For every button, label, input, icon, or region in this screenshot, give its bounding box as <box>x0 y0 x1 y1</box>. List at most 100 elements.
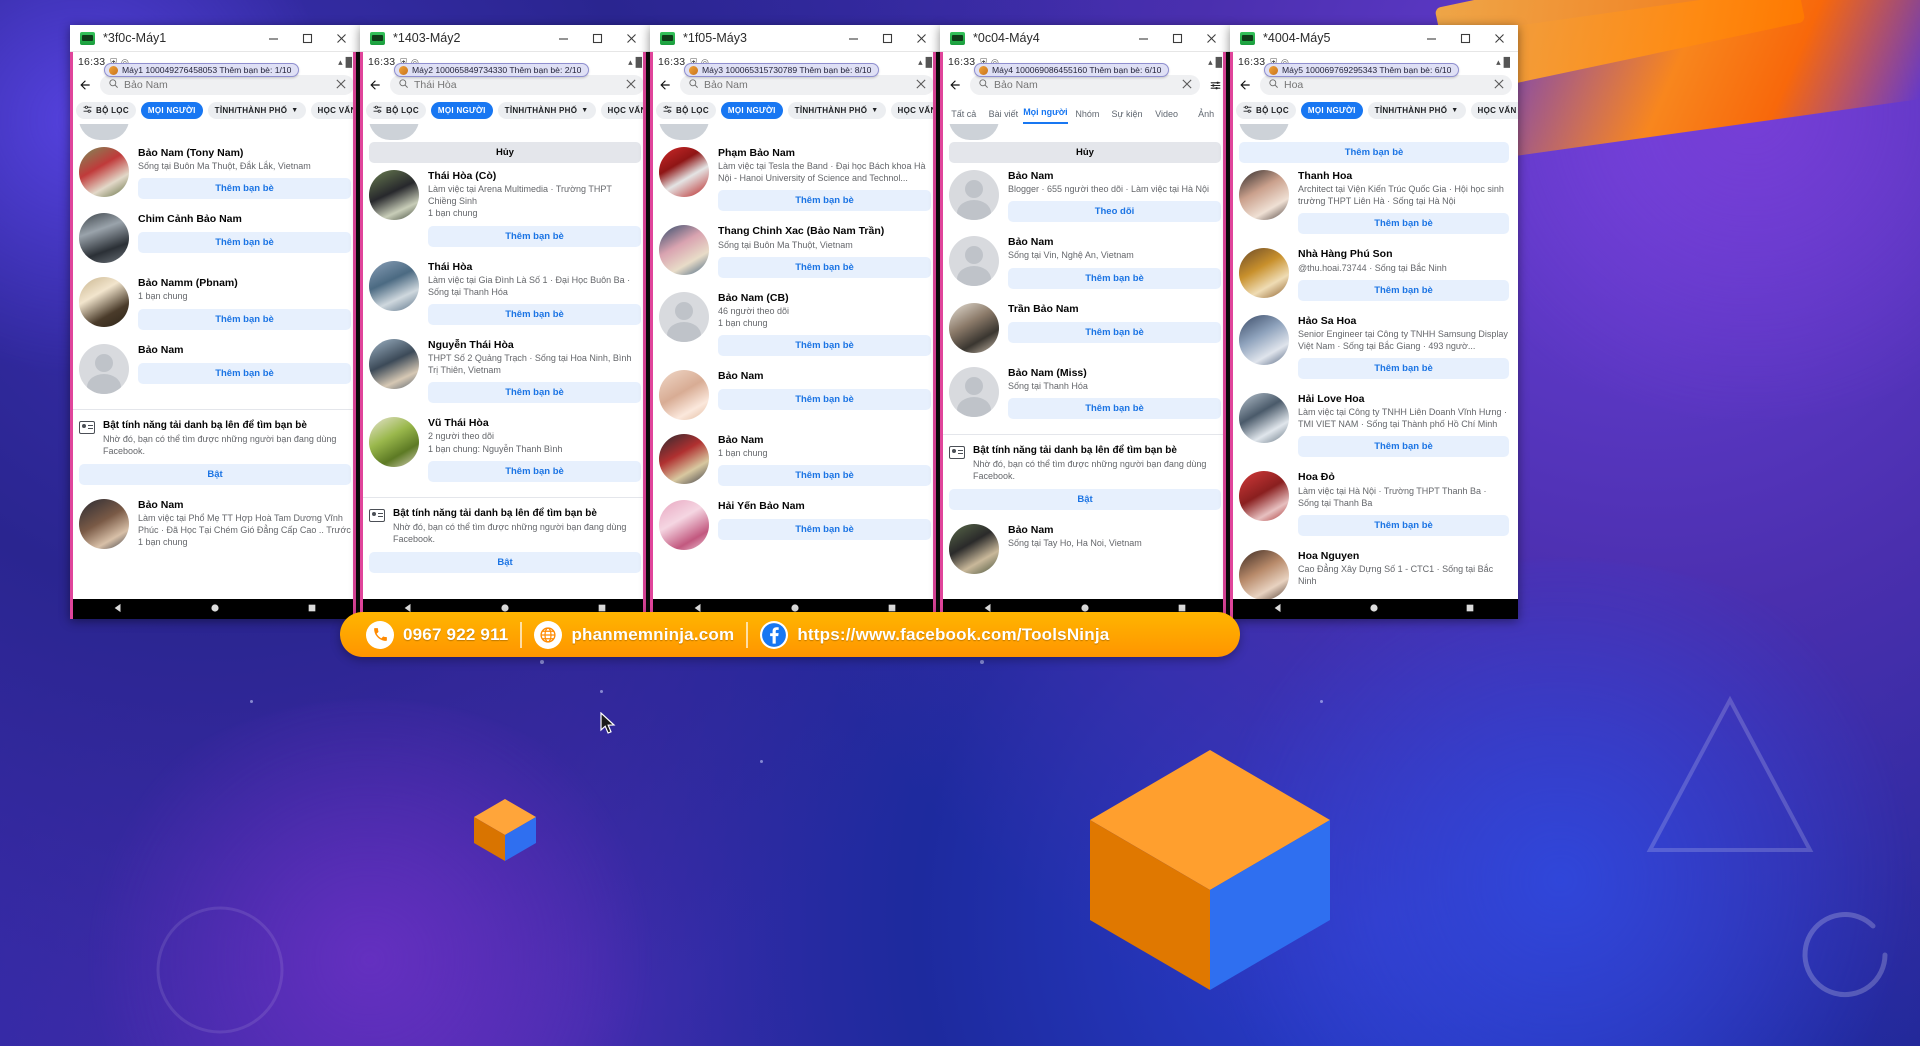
add-friend-button[interactable]: Thêm bạn bè <box>1298 213 1509 235</box>
tab-7[interactable]: Ảnh <box>1186 109 1226 124</box>
search-input[interactable]: Bảo Nam <box>970 75 1200 95</box>
maximize-button[interactable] <box>290 25 324 51</box>
result-row[interactable]: Bảo Nam (Miss) Sống tại Thanh Hóa Thêm bạn… <box>940 360 1230 419</box>
avatar[interactable] <box>1239 314 1289 365</box>
people-chip[interactable]: MỌI NGƯỜI <box>1300 102 1363 119</box>
close-button[interactable] <box>614 25 648 51</box>
add-friend-button[interactable]: Thêm bạn bè <box>718 256 931 278</box>
add-friend-button[interactable]: Thêm bạn bè <box>428 382 641 404</box>
result-row[interactable]: Bảo Nam Thêm bạn bè <box>70 337 360 394</box>
result-row[interactable]: Hảo Sa Hoa Senior Engineer tại Công ty TN… <box>1230 308 1518 380</box>
tab-1[interactable]: Tất cả <box>944 109 984 124</box>
people-chip[interactable]: MỌI NGƯỜI <box>430 102 493 119</box>
avatar[interactable] <box>79 277 129 328</box>
add-friend-button[interactable]: Thêm bạn bè <box>718 519 931 541</box>
add-friend-button[interactable]: Thêm bạn bè <box>1008 397 1221 419</box>
avatar[interactable] <box>949 170 999 220</box>
result-row[interactable]: Phạm Bảo Nam Làm việc tại Tesla the Band … <box>650 140 940 212</box>
result-row[interactable]: Nguyễn Thái Hòa THPT Số 2 Quảng Trạch · S… <box>360 332 650 404</box>
maximize-button[interactable] <box>1160 25 1194 51</box>
result-row[interactable]: Hải Yến Bảo Nam Thêm bạn bè <box>650 493 940 551</box>
enable-button[interactable]: Bật <box>949 489 1221 511</box>
back-arrow-icon[interactable] <box>656 76 674 94</box>
add-friend-button[interactable]: Thêm bạn bè <box>428 303 641 325</box>
avatar[interactable] <box>79 498 129 549</box>
add-friend-button[interactable]: Thêm bạn bè <box>138 362 351 384</box>
settings-icon[interactable] <box>1206 76 1224 94</box>
avatar[interactable] <box>949 366 999 417</box>
avatar[interactable] <box>1239 471 1289 522</box>
avatar[interactable] <box>369 338 419 389</box>
result-row[interactable]: Hoa Nguyen Cao Đẳng Xây Dựng Số 1 - CTC1 … <box>1230 543 1518 599</box>
add-friend-button[interactable]: Thêm bạn bè <box>428 460 641 482</box>
close-button[interactable] <box>904 25 938 51</box>
clear-icon[interactable] <box>916 78 926 92</box>
result-row[interactable]: Trần Bảo Nam Thêm bạn bè <box>940 296 1230 353</box>
cancel-button[interactable]: Hủy <box>949 142 1221 163</box>
cancel-button[interactable]: Hủy <box>369 142 641 163</box>
minimize-button[interactable] <box>1414 25 1448 51</box>
avatar[interactable] <box>369 260 419 311</box>
nav-back-icon[interactable] <box>1273 600 1283 618</box>
add-friend-button[interactable]: Thêm bạn bè <box>1298 436 1509 458</box>
clear-icon[interactable] <box>336 78 346 92</box>
clear-icon[interactable] <box>1182 78 1192 92</box>
result-row[interactable]: Bảo Nam (Tony Nam) Sống tại Buôn Ma Thuột… <box>70 140 360 200</box>
back-arrow-icon[interactable] <box>366 76 384 94</box>
add-friend-button[interactable]: Thêm bạn bè <box>1298 279 1509 301</box>
add-friend-button[interactable]: Thêm bạn bè <box>718 389 931 411</box>
result-row[interactable]: Hải Love Hoa Làm việc tại Công ty TNHH Li… <box>1230 386 1518 458</box>
add-friend-button[interactable]: Thêm bạn bè <box>138 308 351 330</box>
add-friend-button[interactable]: Thêm bạn bè <box>1008 267 1221 289</box>
close-button[interactable] <box>1194 25 1228 51</box>
minimize-button[interactable] <box>256 25 290 51</box>
tab-6[interactable]: Video <box>1147 109 1187 124</box>
result-row[interactable]: Chim Cảnh Bảo Nam Thêm bạn bè <box>70 206 360 264</box>
result-row[interactable]: Nhà Hàng Phú Son @thu.hoai.73744 · Sống t… <box>1230 241 1518 301</box>
search-input[interactable]: Thái Hòa <box>390 75 644 95</box>
education-chip[interactable]: HỌC VẤN▼ <box>1470 102 1518 119</box>
nav-home-icon[interactable] <box>210 600 220 618</box>
avatar[interactable] <box>659 370 709 421</box>
back-arrow-icon[interactable] <box>946 76 964 94</box>
avatar[interactable] <box>949 236 999 287</box>
filter-chip[interactable]: BỘ LỌC <box>366 102 426 119</box>
result-row[interactable]: Bảo Namm (Pbnam) 1 bạn chung Thêm bạn bè <box>70 270 360 330</box>
avatar[interactable] <box>79 147 129 197</box>
result-row[interactable]: Hoa Đỏ Làm việc tại Hà Nội · Trường THPT … <box>1230 464 1518 536</box>
avatar[interactable] <box>949 302 999 353</box>
tab-5[interactable]: Sự kiện <box>1107 109 1147 124</box>
minimize-button[interactable] <box>836 25 870 51</box>
close-button[interactable] <box>324 25 358 51</box>
add-friend-button[interactable]: Thêm bạn bè <box>718 465 931 487</box>
avatar[interactable] <box>659 225 709 276</box>
enable-button[interactable]: Bật <box>369 552 641 574</box>
result-row[interactable]: Bảo Nam (CB) 46 người theo dõi 1 bạn chung… <box>650 285 940 357</box>
clear-icon[interactable] <box>1494 78 1504 92</box>
result-row[interactable]: Bảo Nam Sống tại Tay Ho, Ha Noi, Vietnam <box>940 517 1230 575</box>
result-row[interactable]: Thái Hòa Làm việc tại Gia Đình Là Số 1 · … <box>360 254 650 325</box>
minimize-button[interactable] <box>1126 25 1160 51</box>
filter-chip[interactable]: BỘ LỌC <box>76 102 136 119</box>
result-row[interactable]: Thanh Hoa Architect tại Viện Kiến Trúc Qu… <box>1230 163 1518 235</box>
add-friend-button[interactable]: Thêm bạn bè <box>138 178 351 200</box>
result-row[interactable]: Bảo Nam Làm việc tại Phổ Mẹ TT Hợp Hoà Ta… <box>70 492 360 549</box>
city-chip[interactable]: TỈNH/THÀNH PHỐ ▼ <box>1367 102 1466 119</box>
add-friend-button[interactable]: Thêm bạn bè <box>1298 514 1509 536</box>
result-row[interactable]: Bảo Nam 1 bạn chung Thêm bạn bè <box>650 427 940 487</box>
add-friend-button[interactable]: Thêm bạn bè <box>718 335 931 357</box>
close-button[interactable] <box>1482 25 1516 51</box>
city-chip[interactable]: TỈNH/THÀNH PHỐ ▼ <box>497 102 596 119</box>
people-chip[interactable]: MỌI NGƯỜI <box>720 102 783 119</box>
avatar[interactable] <box>79 343 129 394</box>
follow-button[interactable]: Theo dõi <box>1008 201 1221 223</box>
tab-2[interactable]: Bài viết <box>984 109 1024 124</box>
nav-back-icon[interactable] <box>113 600 123 618</box>
filter-chip[interactable]: BỘ LỌC <box>1236 102 1296 119</box>
search-input[interactable]: Bảo Nam <box>100 75 354 95</box>
avatar[interactable] <box>79 213 129 264</box>
add-friend-button[interactable]: Thêm bạn bè <box>1298 358 1509 380</box>
nav-recents-icon[interactable] <box>307 600 317 618</box>
add-friend-button[interactable]: Thêm bạn bè <box>718 190 931 212</box>
avatar[interactable] <box>369 170 419 220</box>
